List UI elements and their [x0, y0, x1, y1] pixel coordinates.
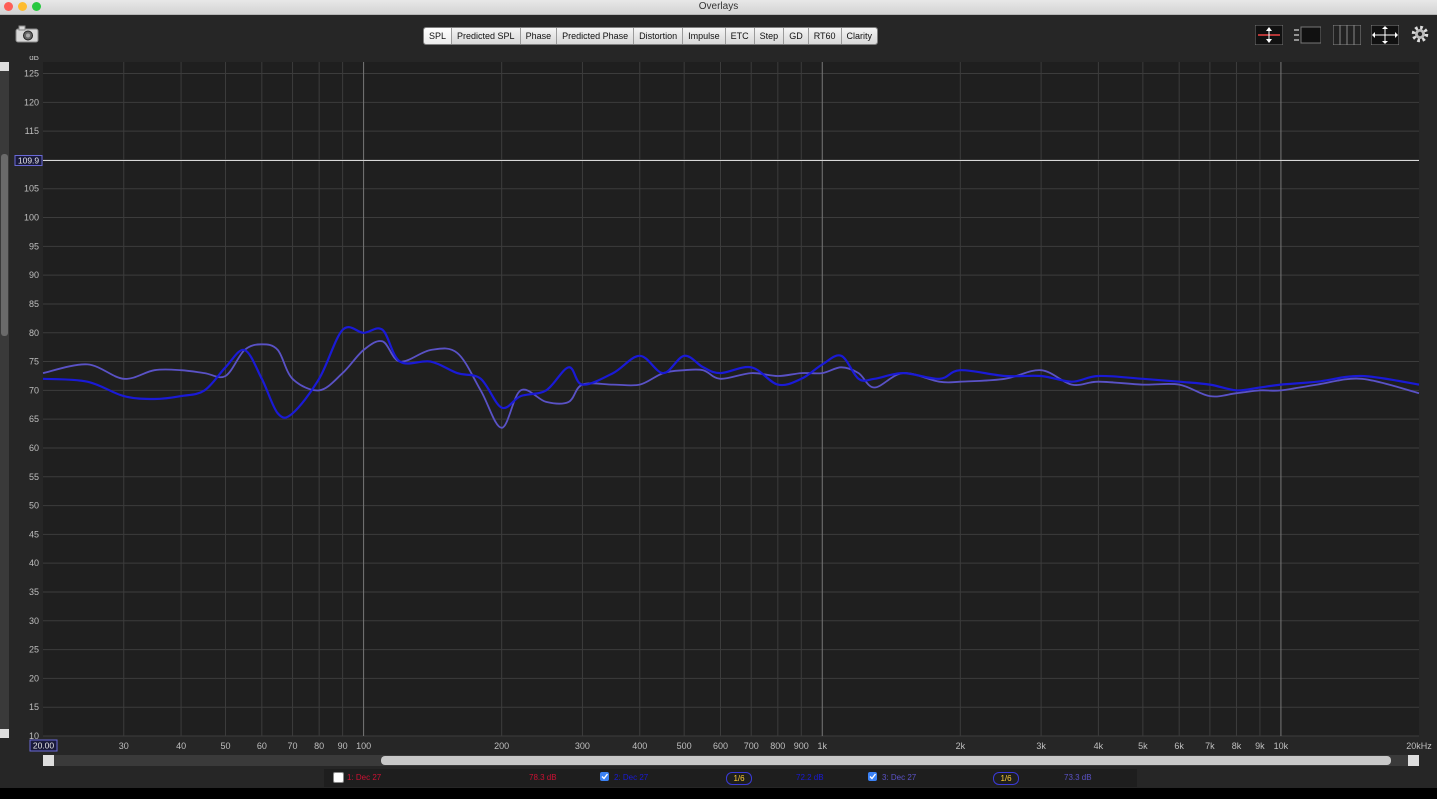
x-tick-label: 500 — [677, 741, 692, 751]
measurement-3-label: 3: Dec 27 — [882, 773, 917, 782]
window-titlebar: Overlays — [0, 0, 1437, 15]
y-tick-label: 70 — [29, 385, 39, 395]
x-start-label: 20.00 — [33, 741, 55, 751]
spl-graph[interactable]: 1251201151101051009590858075706560555045… — [0, 53, 1437, 756]
x-tick-label: 40 — [176, 741, 186, 751]
measurement-2-value: 72.2 dB — [796, 773, 824, 782]
x-tick-label: 70 — [288, 741, 298, 751]
y-tick-label: 45 — [29, 529, 39, 539]
y-tick-label: 125 — [24, 69, 39, 79]
x-tick-label: 300 — [575, 741, 590, 751]
measurement-2-label: 2: Dec 27 — [614, 773, 649, 782]
measurement-2-checkbox[interactable] — [600, 772, 609, 781]
measurement-1-label: 1: Dec 27 — [347, 773, 382, 782]
fit-all-icon[interactable] — [1371, 25, 1399, 45]
tab-spl[interactable]: SPL — [424, 28, 453, 44]
y-tick-label: 35 — [29, 587, 39, 597]
measurement-1-checkbox[interactable] — [333, 772, 344, 783]
x-tick-label: 2k — [956, 741, 966, 751]
horizontal-scrollbar[interactable] — [43, 755, 1419, 766]
vertical-scale-icon[interactable] — [1255, 25, 1283, 45]
y-tick-label: 85 — [29, 299, 39, 309]
y-tick-label: 40 — [29, 558, 39, 568]
x-tick-label: 20kHz — [1406, 741, 1432, 751]
y-tick-label: 60 — [29, 443, 39, 453]
x-tick-label: 90 — [338, 741, 348, 751]
cursor-value-label: 109.9 — [18, 156, 40, 166]
spl-graph-svg[interactable]: 1251201151101051009590858075706560555045… — [0, 53, 1437, 756]
y-tick-label: 80 — [29, 328, 39, 338]
checkmark-icon — [601, 773, 609, 780]
x-tick-label: 100 — [356, 741, 371, 751]
y-tick-label: 120 — [24, 97, 39, 107]
measurement-2-smoothing[interactable]: 1/6 — [726, 772, 752, 785]
tab-phase[interactable]: Phase — [520, 28, 558, 44]
y-unit-label: dB — [29, 56, 39, 62]
y-tick-label: 115 — [25, 126, 39, 136]
x-tick-label: 600 — [713, 741, 728, 751]
measurement-legend: 1: Dec 27 78.3 dB 2: Dec 27 1/6 72.2 dB … — [324, 769, 1137, 787]
graph-type-tabs: SPL Predicted SPL Phase Predicted Phase Dist… — [423, 27, 879, 45]
plot-area[interactable] — [43, 62, 1419, 736]
tab-clarity[interactable]: Clarity — [841, 28, 878, 44]
y-tick-label: 90 — [29, 270, 39, 280]
tab-step[interactable]: Step — [754, 28, 785, 44]
x-tick-label: 4k — [1094, 741, 1104, 751]
y-tick-label: 55 — [29, 472, 39, 482]
y-tick-label: 15 — [29, 702, 39, 712]
x-tick-label: 5k — [1138, 741, 1148, 751]
x-tick-label: 800 — [770, 741, 785, 751]
x-tick-label: 400 — [632, 741, 647, 751]
x-tick-label: 9k — [1255, 741, 1265, 751]
y-tick-label: 25 — [29, 645, 39, 655]
checkmark-icon — [869, 773, 877, 780]
x-tick-label: 900 — [794, 741, 809, 751]
camera-icon[interactable] — [15, 25, 43, 45]
y-tick-label: 20 — [29, 673, 39, 683]
x-tick-label: 80 — [314, 741, 324, 751]
y-tick-label: 30 — [29, 616, 39, 626]
x-tick-label: 7k — [1205, 741, 1215, 751]
gear-icon[interactable] — [1410, 24, 1437, 44]
toolbar: SPL Predicted SPL Phase Predicted Phase Dist… — [0, 15, 1437, 55]
scroll-right-arrow[interactable] — [1408, 755, 1419, 766]
x-tick-label: 700 — [744, 741, 759, 751]
measurement-1-value: 78.3 dB — [529, 773, 557, 782]
tab-predicted-spl[interactable]: Predicted SPL — [452, 28, 521, 44]
x-tick-label: 8k — [1232, 741, 1242, 751]
y-tick-label: 50 — [29, 501, 39, 511]
scroll-left-arrow[interactable] — [43, 755, 54, 766]
tab-predicted-phase[interactable]: Predicted Phase — [557, 28, 635, 44]
x-tick-label: 10k — [1274, 741, 1289, 751]
window-title: Overlays — [698, 1, 739, 12]
measurement-3-value: 73.3 dB — [1064, 773, 1092, 782]
horizontal-scroll-thumb[interactable] — [381, 756, 1391, 765]
y-tick-label: 105 — [24, 184, 39, 194]
y-tick-label: 100 — [24, 213, 39, 223]
x-tick-label: 1k — [818, 741, 828, 751]
tab-impulse[interactable]: Impulse — [683, 28, 726, 44]
x-tick-label: 60 — [257, 741, 267, 751]
y-tick-label: 95 — [29, 241, 39, 251]
legend-panel-icon[interactable] — [1293, 25, 1321, 45]
x-tick-label: 3k — [1036, 741, 1046, 751]
measurement-3-smoothing[interactable]: 1/6 — [993, 772, 1019, 785]
y-tick-label: 75 — [29, 357, 39, 367]
columns-icon[interactable] — [1333, 25, 1361, 45]
x-tick-label: 6k — [1174, 741, 1184, 751]
x-tick-label: 30 — [119, 741, 129, 751]
measurement-3-checkbox[interactable] — [868, 772, 877, 781]
tab-rt60[interactable]: RT60 — [808, 28, 842, 44]
y-tick-label: 65 — [29, 414, 39, 424]
tab-etc[interactable]: ETC — [725, 28, 755, 44]
tab-gd[interactable]: GD — [784, 28, 809, 44]
x-tick-label: 50 — [221, 741, 231, 751]
x-tick-label: 200 — [494, 741, 509, 751]
window-bottom-edge — [0, 788, 1437, 799]
tab-distortion[interactable]: Distortion — [634, 28, 684, 44]
